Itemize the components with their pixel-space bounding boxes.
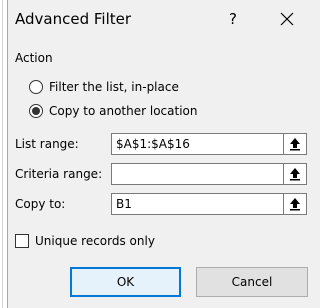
radio-button[interactable]	[29, 80, 43, 94]
criteria-range-input[interactable]	[112, 164, 283, 184]
dialog-title: Advanced Filter	[15, 10, 132, 28]
collapse-dialog-icon	[290, 138, 300, 151]
ok-button[interactable]: OK	[70, 267, 181, 297]
advanced-filter-dialog: Advanced Filter ? Action Filter the list…	[7, 0, 320, 308]
copy-to-field	[111, 193, 307, 215]
list-range-label: List range:	[15, 137, 79, 151]
list-range-input[interactable]	[112, 134, 283, 154]
collapse-dialog-icon	[290, 168, 300, 181]
radio-filter-in-place[interactable]: Filter the list, in-place	[29, 78, 179, 96]
unique-records-label: Unique records only	[35, 234, 155, 248]
copy-to-input[interactable]	[112, 194, 283, 214]
action-group-label: Action	[15, 51, 53, 65]
radio-button-selected[interactable]	[29, 104, 43, 118]
sheet-gridline	[2, 0, 3, 308]
cancel-button[interactable]: Cancel	[196, 267, 308, 297]
collapse-dialog-button[interactable]	[283, 134, 306, 154]
list-range-field	[111, 133, 307, 155]
copy-to-label: Copy to:	[15, 197, 66, 211]
unique-records-checkbox[interactable]	[15, 234, 29, 248]
radio-label: Filter the list, in-place	[49, 80, 179, 94]
criteria-range-label: Criteria range:	[15, 167, 103, 181]
close-button[interactable]	[275, 7, 299, 31]
criteria-range-field	[111, 163, 307, 185]
close-icon	[280, 12, 294, 26]
collapse-dialog-button[interactable]	[283, 164, 306, 184]
collapse-dialog-icon	[290, 198, 300, 211]
radio-copy-to-location[interactable]: Copy to another location	[29, 102, 197, 120]
help-button[interactable]: ?	[223, 7, 243, 31]
radio-label: Copy to another location	[49, 104, 198, 118]
unique-records-option[interactable]: Unique records only	[15, 234, 155, 248]
collapse-dialog-button[interactable]	[283, 194, 306, 214]
